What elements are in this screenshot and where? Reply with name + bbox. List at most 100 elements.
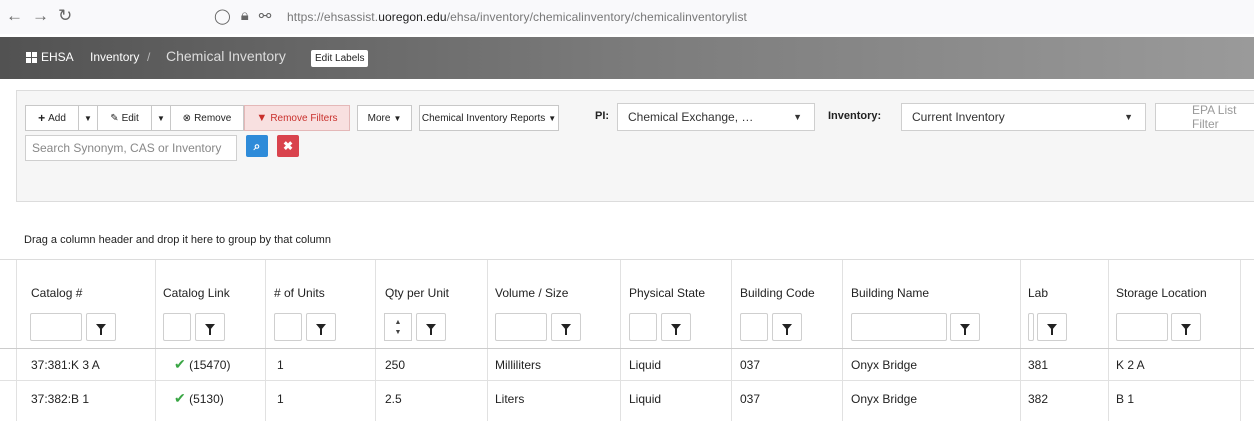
epa-list-filter-input[interactable]: EPA List Filter	[1155, 103, 1254, 131]
search-icon: ⌕	[253, 138, 261, 153]
column-header-catalog[interactable]: Catalog #	[31, 286, 82, 300]
col-divider	[16, 260, 17, 421]
col-divider	[620, 260, 621, 421]
url-prefix: https://ehsassist.	[287, 10, 379, 24]
filter-icon	[960, 324, 970, 335]
group-by-hint: Drag a column header and drop it here to…	[24, 234, 331, 246]
pi-value: Chemical Exchange, …	[628, 110, 754, 124]
cell-lab: 381	[1028, 358, 1049, 372]
cell-units: 1	[277, 392, 284, 406]
lab-filter-button[interactable]	[1037, 313, 1067, 341]
reports-button[interactable]: Chemical Inventory Reports ▼	[419, 105, 559, 131]
reports-label: Chemical Inventory Reports	[421, 112, 546, 124]
volume-filter-input[interactable]	[495, 313, 547, 341]
cell-storage-location: K 2 A	[1116, 358, 1145, 372]
volume-filter-button[interactable]	[551, 313, 581, 341]
pencil-icon: ✎	[110, 112, 119, 124]
col-divider	[265, 260, 266, 421]
cell-volume: Liters	[495, 392, 525, 406]
column-header-units[interactable]: # of Units	[274, 286, 325, 300]
cell-building-code: 037	[740, 358, 761, 372]
reload-icon[interactable]: ↻	[58, 6, 72, 26]
cell-catalog: 37:382:B 1	[31, 392, 90, 406]
filter-icon	[96, 324, 106, 335]
more-button[interactable]: More ▼	[357, 105, 412, 131]
check-icon: ✔	[174, 356, 186, 372]
breadcrumb-inventory[interactable]: Inventory	[90, 50, 139, 64]
remove-filters-button[interactable]: ▼ Remove Filters	[244, 105, 350, 131]
catalog-filter-input[interactable]	[30, 313, 82, 341]
add-dropdown-button[interactable]: ▼	[78, 105, 98, 131]
units-filter-input[interactable]	[274, 313, 302, 341]
column-header-volume[interactable]: Volume / Size	[495, 286, 568, 300]
col-divider	[842, 260, 843, 421]
col-divider	[1240, 260, 1241, 421]
plus-icon: +	[38, 111, 46, 125]
chevron-down-icon: ▼	[1124, 112, 1133, 122]
inventory-label: Inventory:	[828, 110, 882, 122]
inventory-select[interactable]: Current Inventory ▼	[901, 103, 1146, 131]
building-name-filter-input[interactable]	[851, 313, 947, 341]
filter-icon	[316, 324, 326, 335]
qty-stepper[interactable]: ▲ ▼	[384, 313, 412, 341]
col-divider	[487, 260, 488, 421]
catalog-link-filter-input[interactable]	[163, 313, 191, 341]
remove-button[interactable]: ⊗ Remove	[170, 105, 244, 131]
page-title: Chemical Inventory	[166, 48, 286, 64]
catalog-link-text: (5130)	[189, 392, 224, 406]
address-bar[interactable]: https://ehsassist.uoregon.edu/ehsa/inven…	[287, 10, 747, 24]
edit-button[interactable]: ✎ Edit	[97, 105, 152, 131]
cell-qty: 250	[385, 358, 406, 372]
catalog-filter-button[interactable]	[86, 313, 116, 341]
column-header-storage-location[interactable]: Storage Location	[1116, 286, 1207, 300]
close-icon: ✖	[282, 139, 294, 153]
url-domain: uoregon.edu	[378, 10, 447, 24]
search-button[interactable]: ⌕	[246, 135, 268, 157]
catalog-link-filter-button[interactable]	[195, 313, 225, 341]
edit-labels-button[interactable]: Edit Labels	[311, 50, 369, 67]
row-divider	[0, 380, 1254, 381]
brand-link[interactable]: EHSA	[26, 50, 74, 64]
permissions-icon[interactable]: ⚯	[259, 7, 272, 25]
building-name-filter-button[interactable]	[950, 313, 980, 341]
filter-icon	[782, 324, 792, 335]
state-filter-button[interactable]	[661, 313, 691, 341]
edit-dropdown-button[interactable]: ▼	[151, 105, 171, 131]
column-header-qty[interactable]: Qty per Unit	[385, 286, 449, 300]
building-code-filter-button[interactable]	[772, 313, 802, 341]
cell-catalog-link[interactable]: ✔ (5130)	[174, 390, 224, 407]
column-header-lab[interactable]: Lab	[1028, 286, 1048, 300]
add-button[interactable]: + Add	[25, 105, 79, 131]
storage-filter-button[interactable]	[1171, 313, 1201, 341]
remove-circle-icon: ⊗	[182, 112, 192, 124]
column-header-building-name[interactable]: Building Name	[851, 286, 929, 300]
column-header-physical-state[interactable]: Physical State	[629, 286, 705, 300]
lock-icon[interactable]: 🔒︎	[241, 7, 249, 25]
units-filter-button[interactable]	[306, 313, 336, 341]
building-code-filter-input[interactable]	[740, 313, 768, 341]
qty-filter-button[interactable]	[416, 313, 446, 341]
column-header-building-code[interactable]: Building Code	[740, 286, 815, 300]
forward-arrow-icon[interactable]: →	[32, 6, 49, 26]
stepper-down-icon: ▼	[394, 329, 402, 336]
pi-select[interactable]: Chemical Exchange, … ▼	[617, 103, 815, 131]
filter-icon	[426, 324, 436, 335]
search-input[interactable]: Search Synonym, CAS or Inventory	[25, 135, 237, 161]
divider	[0, 259, 1254, 260]
storage-filter-input[interactable]	[1116, 313, 1168, 341]
cell-building-code: 037	[740, 392, 761, 406]
remove-label: Remove	[194, 112, 232, 124]
clear-search-button[interactable]: ✖	[277, 135, 299, 157]
lab-filter-input[interactable]	[1028, 313, 1034, 341]
filter-icon	[205, 324, 215, 335]
column-header-catalog-link[interactable]: Catalog Link	[163, 286, 230, 300]
cell-catalog-link[interactable]: ✔ (15470)	[174, 356, 230, 373]
edit-label: Edit	[121, 112, 139, 124]
cell-physical-state: Liquid	[629, 358, 662, 372]
back-arrow-icon[interactable]: ←	[6, 6, 23, 26]
state-filter-input[interactable]	[629, 313, 657, 341]
cell-lab: 382	[1028, 392, 1049, 406]
cell-building-name: Onyx Bridge	[851, 392, 918, 406]
check-icon: ✔	[174, 390, 186, 406]
chevron-down-icon: ▼	[793, 112, 802, 122]
